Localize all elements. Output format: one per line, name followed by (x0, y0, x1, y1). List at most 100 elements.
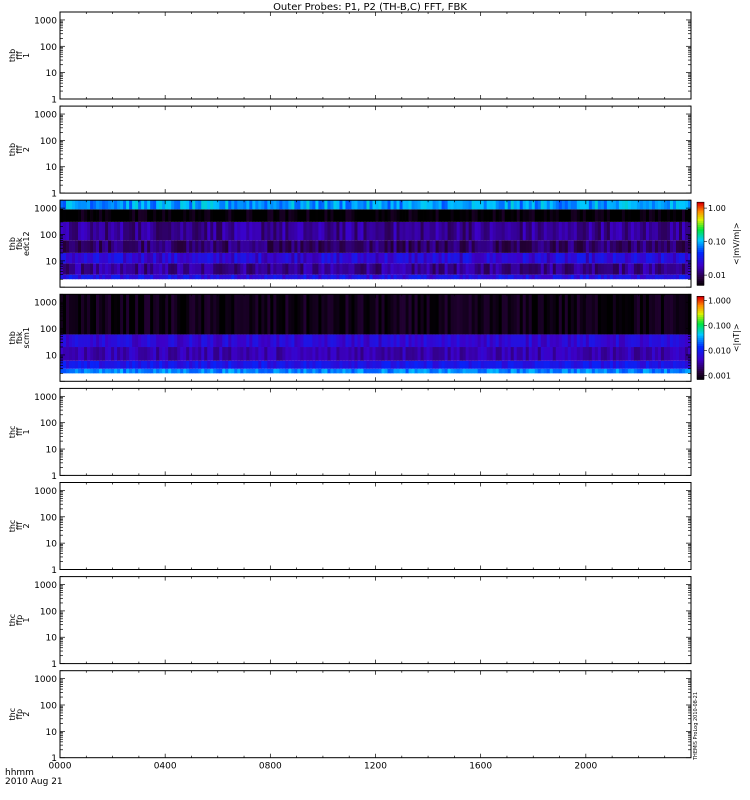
heatmap-cell (411, 263, 415, 275)
heatmap-cell (444, 209, 449, 222)
heatmap-cell (81, 360, 85, 369)
heatmap-cell (303, 221, 307, 241)
heatmap-cell (576, 252, 581, 264)
heatmap-cell (114, 240, 118, 253)
heatmap-cell (447, 368, 452, 374)
heatmap-cell (651, 274, 656, 280)
heatmap-cell (303, 294, 307, 335)
heatmap-cell (231, 334, 235, 348)
heatmap-cell (384, 200, 388, 210)
heatmap-cell (243, 240, 247, 253)
heatmap-cell (627, 263, 632, 275)
heatmap-cell (237, 274, 241, 280)
heatmap-cell (417, 347, 421, 361)
heatmap-cell (132, 240, 136, 253)
heatmap-cell (183, 368, 187, 374)
heatmap-cell (474, 240, 479, 253)
heatmap-cell (195, 368, 199, 374)
heatmap-cell (513, 209, 518, 222)
panel-label-line: 1 (22, 429, 31, 434)
heatmap-cell (96, 360, 100, 369)
heatmap-cell (273, 334, 277, 348)
heatmap-cell (579, 360, 584, 369)
heatmap-cell (393, 334, 397, 348)
heatmap-cell (144, 334, 148, 348)
heatmap-cell (153, 274, 157, 280)
heatmap-cell (456, 334, 461, 348)
heatmap-cell (204, 252, 208, 264)
heatmap-cell (120, 274, 124, 280)
heatmap-cell (441, 360, 445, 369)
heatmap-cell (84, 368, 88, 374)
heatmap-cell (255, 274, 259, 280)
heatmap-cell (297, 347, 301, 361)
heatmap-cell (453, 263, 458, 275)
heatmap-cell (210, 209, 214, 222)
heatmap-cell (267, 274, 271, 280)
y-tick-label: 1000 (34, 675, 57, 685)
heatmap-cell (486, 360, 491, 369)
heatmap-cell (489, 274, 494, 280)
heatmap-cell (657, 334, 662, 348)
heatmap-cell (381, 334, 385, 348)
heatmap-cell (318, 347, 322, 361)
heatmap-cell (381, 200, 385, 210)
heatmap-cell (474, 274, 479, 280)
heatmap-cell (141, 252, 145, 264)
heatmap-cell (234, 368, 238, 374)
heatmap-cell (507, 368, 512, 374)
heatmap-cell (213, 274, 217, 280)
heatmap-cell (312, 274, 316, 280)
heatmap-cell (417, 252, 421, 264)
heatmap-cell (417, 209, 421, 222)
heatmap-cell (585, 209, 590, 222)
heatmap-cell (471, 200, 476, 210)
heatmap-cell (240, 240, 244, 253)
heatmap-cell (291, 209, 295, 222)
heatmap-cell (441, 263, 445, 275)
heatmap-cell (69, 274, 73, 280)
heatmap-cell (648, 221, 653, 241)
heatmap-cell (381, 263, 385, 275)
heatmap-cell (183, 200, 187, 210)
heatmap-cell (621, 368, 626, 374)
heatmap-cell (501, 274, 506, 280)
heatmap-cell (339, 274, 343, 280)
heatmap-cell (243, 252, 247, 264)
heatmap-cell (153, 360, 157, 369)
heatmap-cell (333, 294, 337, 335)
heatmap-cell (369, 368, 373, 374)
heatmap-cell (522, 368, 527, 374)
heatmap-cell (666, 252, 671, 264)
heatmap-cell (225, 209, 229, 222)
heatmap-cell (570, 200, 575, 210)
heatmap-cell (501, 368, 506, 374)
heatmap-cell (552, 368, 557, 374)
heatmap-cell (240, 368, 244, 374)
heatmap-cell (612, 368, 617, 374)
heatmap-cell (630, 252, 635, 264)
heatmap-cell (528, 263, 533, 275)
heatmap-cell (150, 209, 154, 222)
heatmap-cell (558, 252, 563, 264)
heatmap-cell (231, 294, 235, 335)
heatmap-cell (69, 252, 73, 264)
heatmap-cell (210, 360, 214, 369)
heatmap-cell (522, 294, 527, 335)
x-tick-label: 0400 (154, 762, 177, 772)
heatmap-cell (453, 240, 458, 253)
heatmap-cell (405, 360, 409, 369)
heatmap-cell (324, 360, 328, 369)
heatmap-cell (657, 200, 662, 210)
heatmap-cell (450, 334, 455, 348)
heatmap-cell (222, 263, 226, 275)
heatmap-cell (204, 200, 208, 210)
heatmap-cell (678, 274, 683, 280)
heatmap-cell (435, 209, 439, 222)
heatmap-cell (324, 221, 328, 241)
heatmap-cell (624, 294, 629, 335)
heatmap-cell (159, 368, 163, 374)
heatmap-cell (426, 368, 430, 374)
heatmap-cell (60, 221, 64, 241)
panel-label-line: edc12 (22, 231, 31, 256)
